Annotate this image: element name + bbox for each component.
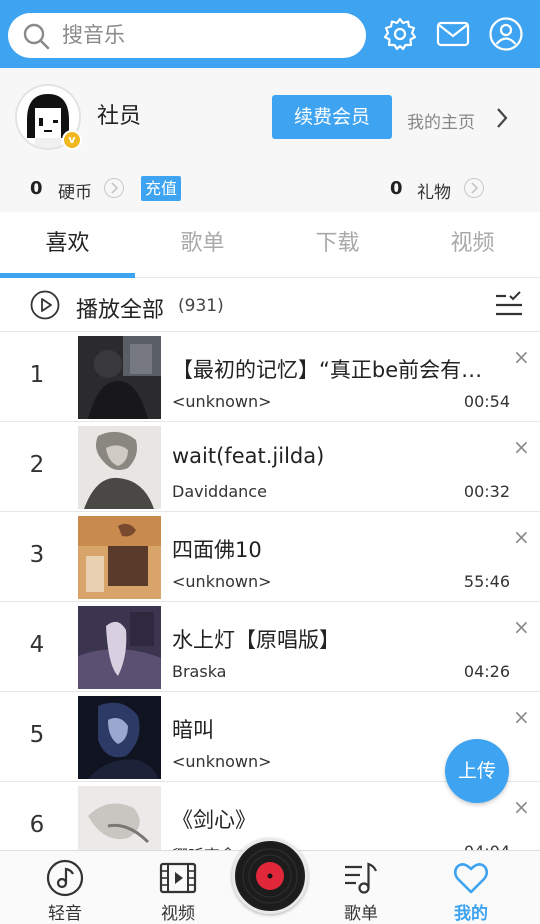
song-artist: Daviddance [172, 482, 267, 501]
upload-button[interactable]: 上传 [445, 739, 509, 803]
album-cover [78, 516, 161, 599]
song-row[interactable]: 2 wait(feat.jilda) Daviddance 00:32 × [0, 422, 540, 512]
song-artist: Braska [172, 662, 227, 681]
coin-arrow-icon[interactable] [104, 178, 124, 198]
user-icon[interactable] [488, 16, 524, 52]
vip-badge: v [62, 130, 82, 150]
remove-icon[interactable]: × [513, 617, 530, 637]
remove-icon[interactable]: × [513, 707, 530, 727]
nav-label: 我的 [454, 904, 488, 924]
play-all-label[interactable]: 播放全部 [76, 292, 164, 324]
search-icon [23, 23, 50, 50]
song-duration: 04:26 [463, 662, 510, 681]
recharge-button[interactable]: 充值 [141, 176, 181, 201]
my-homepage-link[interactable]: 我的主页 [407, 108, 475, 133]
nav-mine[interactable]: 我的 [431, 851, 511, 924]
nav-playlist[interactable]: 歌单 [321, 851, 401, 924]
song-index: 6 [29, 812, 45, 838]
nav-light-music[interactable]: 轻音 [25, 851, 105, 924]
play-all-count: (931) [178, 296, 224, 316]
song-duration: 55:46 [463, 572, 510, 591]
mail-icon[interactable] [435, 16, 471, 52]
song-index: 5 [29, 722, 45, 748]
album-cover [78, 336, 161, 419]
search-input[interactable]: 搜音乐 [8, 13, 366, 58]
album-cover [78, 606, 161, 689]
song-artist: <unknown> [172, 392, 272, 411]
remove-icon[interactable]: × [513, 437, 530, 457]
coin-label[interactable]: 硬币 [58, 178, 92, 203]
play-circle-icon[interactable] [30, 290, 60, 320]
song-title: 暗叫 [172, 718, 214, 742]
profile-section: v 社员 续费会员 我的主页 [0, 68, 540, 166]
song-title: wait(feat.jilda) [172, 444, 325, 468]
tab-playlists[interactable]: 歌单 [135, 212, 270, 278]
song-row[interactable]: 1 【最初的记忆】“真正be前会有… <unknown> 00:54 × [0, 332, 540, 422]
heart-icon [453, 863, 489, 894]
song-duration: 00:32 [463, 482, 510, 501]
renew-vip-button[interactable]: 续费会员 [272, 95, 392, 139]
song-index: 1 [29, 362, 45, 388]
gear-icon[interactable] [382, 16, 418, 52]
gift-count: 0 [390, 178, 403, 199]
tab-bar: 喜欢 歌单 下载 视频 [0, 212, 540, 278]
song-title: 【最初的记忆】“真正be前会有… [172, 358, 483, 382]
remove-icon[interactable]: × [513, 797, 530, 817]
song-index: 3 [29, 542, 45, 568]
song-title: 四面佛10 [172, 538, 262, 562]
wallet-row: 0 硬币 充值 0 礼物 [0, 166, 540, 212]
film-icon [159, 862, 197, 894]
album-cover [78, 696, 161, 779]
now-playing-disc[interactable] [232, 838, 308, 914]
song-index: 4 [29, 632, 45, 658]
music-note-icon [46, 859, 84, 897]
chevron-right-icon[interactable] [492, 106, 512, 130]
play-all-row[interactable]: 播放全部 (931) [0, 279, 540, 332]
gift-arrow-icon[interactable] [464, 178, 484, 198]
nav-label: 视频 [161, 904, 195, 924]
nav-label: 轻音 [48, 904, 82, 924]
nav-label: 歌单 [344, 904, 378, 924]
remove-icon[interactable]: × [513, 527, 530, 547]
tab-downloads[interactable]: 下载 [270, 212, 405, 278]
song-title: 《剑心》 [172, 808, 256, 832]
top-bar: 搜音乐 [0, 0, 540, 68]
vinyl-record-icon [237, 843, 303, 909]
tab-likes[interactable]: 喜欢 [0, 212, 135, 278]
song-row[interactable]: 4 水上灯【原唱版】 Braska 04:26 × [0, 602, 540, 692]
username: 社员 [97, 104, 142, 129]
multi-select-icon[interactable] [494, 291, 524, 319]
tab-videos[interactable]: 视频 [405, 212, 540, 278]
song-artist: <unknown> [172, 752, 272, 771]
remove-icon[interactable]: × [513, 347, 530, 367]
song-title: 水上灯【原唱版】 [172, 628, 340, 652]
playlist-icon [345, 862, 378, 894]
album-cover [78, 426, 161, 509]
tab-active-indicator [0, 273, 135, 278]
song-duration: 00:54 [463, 392, 510, 411]
coin-count: 0 [30, 178, 43, 199]
nav-video[interactable]: 视频 [138, 851, 218, 924]
song-row[interactable]: 3 四面佛10 <unknown> 55:46 × [0, 512, 540, 602]
song-index: 2 [29, 452, 45, 478]
song-artist: <unknown> [172, 572, 272, 591]
gift-label[interactable]: 礼物 [417, 178, 451, 203]
search-placeholder: 搜音乐 [62, 23, 125, 47]
